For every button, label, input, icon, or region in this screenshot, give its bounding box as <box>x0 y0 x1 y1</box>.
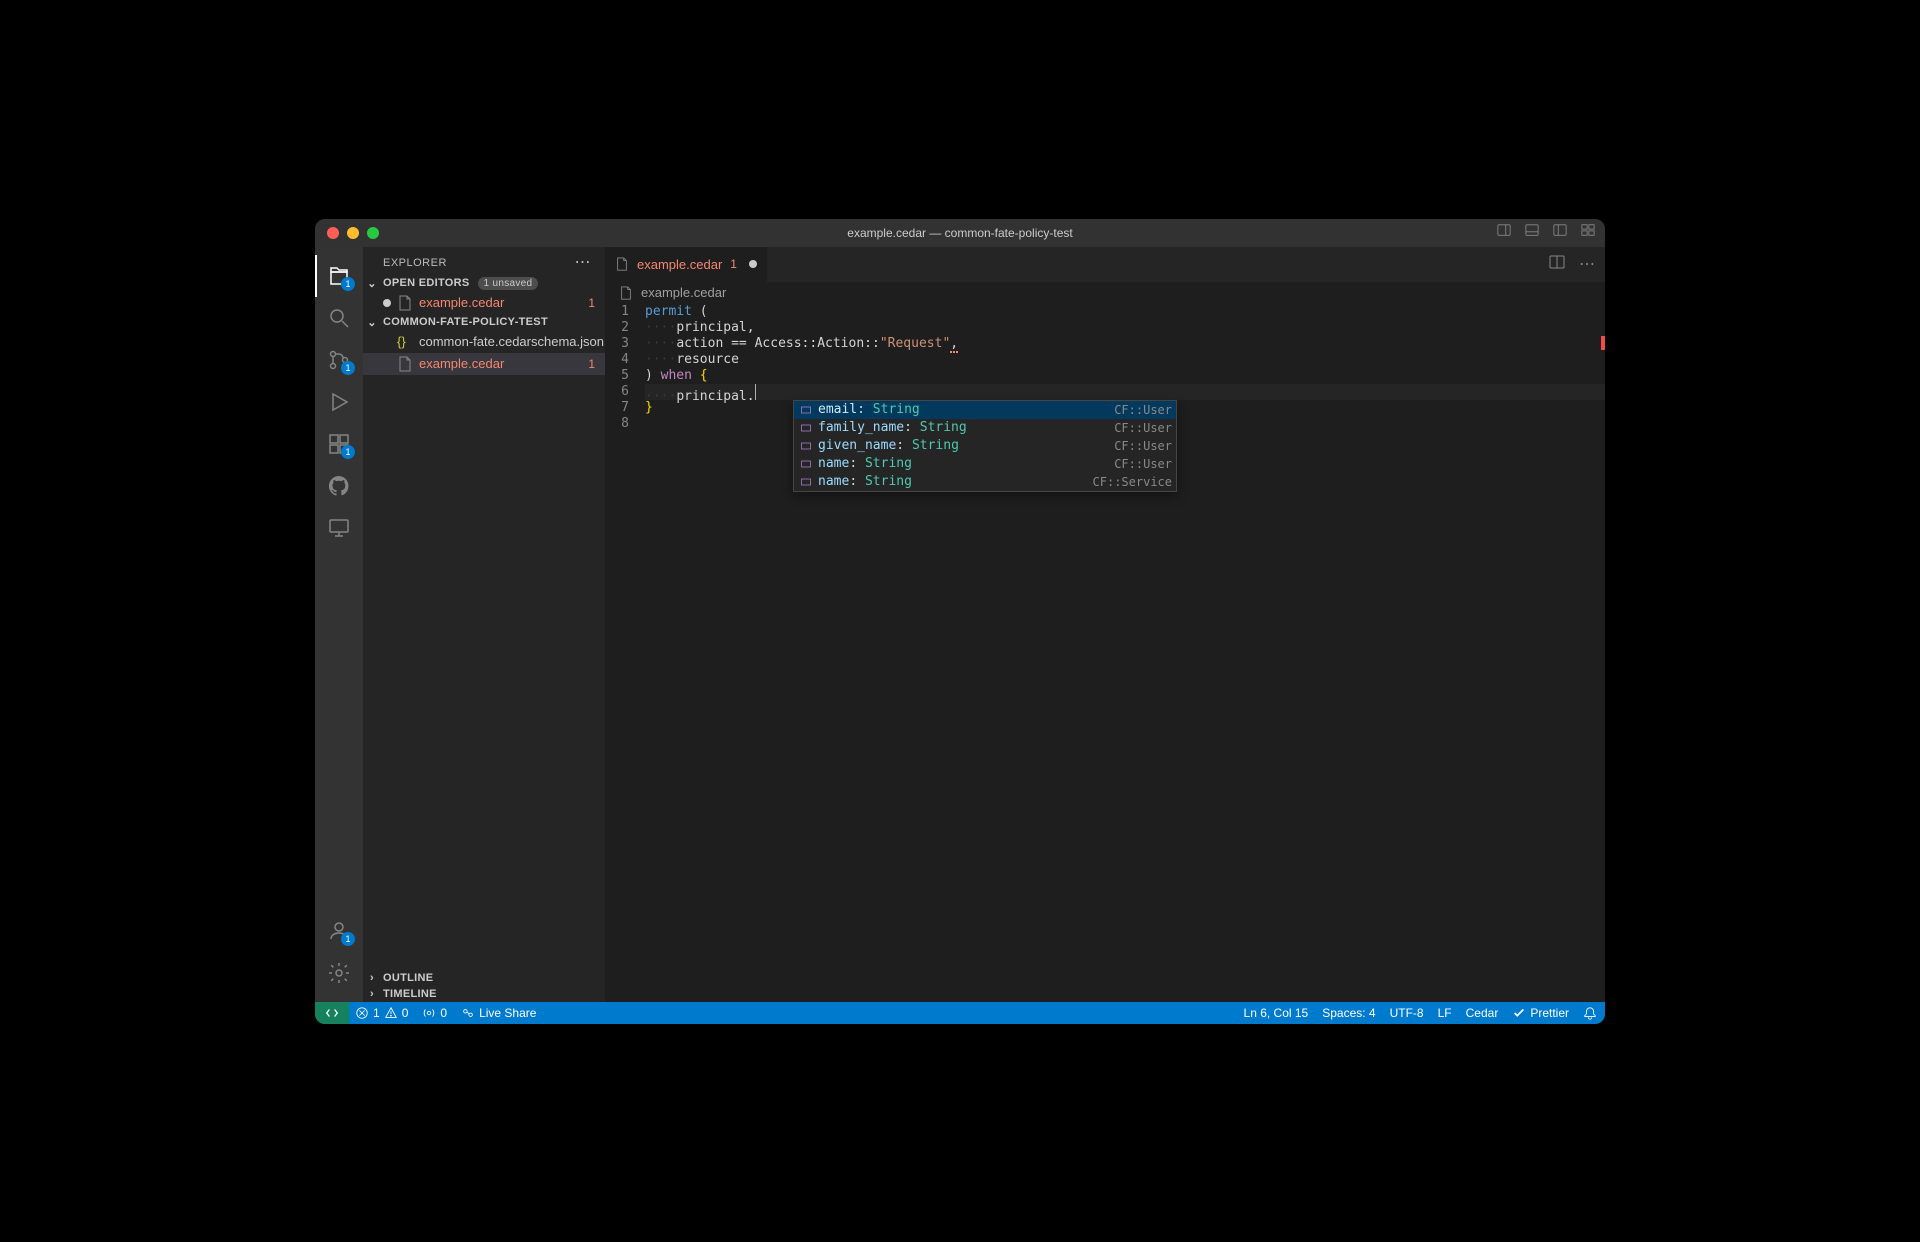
status-prettier[interactable]: Prettier <box>1512 1006 1569 1020</box>
close-window[interactable] <box>327 227 339 239</box>
tab-problem-count: 1 <box>730 257 737 271</box>
unsaved-badge: 1 unsaved <box>478 277 539 290</box>
sidebar-title: EXPLORER <box>383 257 447 269</box>
activity-github[interactable] <box>315 465 363 507</box>
status-eol[interactable]: LF <box>1438 1006 1452 1020</box>
modified-dot-icon <box>749 260 757 268</box>
timeline-section[interactable]: › TIMELINE <box>363 986 605 1002</box>
window-controls <box>315 227 379 239</box>
activity-search[interactable] <box>315 297 363 339</box>
property-icon <box>798 476 814 488</box>
line-gutter: 1 2 3 4 5 6 7 8 <box>605 304 645 1002</box>
split-editor-icon[interactable] <box>1549 254 1565 275</box>
status-cursor[interactable]: Ln 6, Col 15 <box>1244 1006 1309 1020</box>
activity-bar: 1 1 1 <box>315 247 363 1002</box>
activity-extensions[interactable]: 1 <box>315 423 363 465</box>
property-icon <box>798 404 814 416</box>
activity-scm[interactable]: 1 <box>315 339 363 381</box>
file-icon <box>397 356 413 372</box>
vscode-window: example.cedar — common-fate-policy-test … <box>315 219 1605 1024</box>
breadcrumb[interactable]: example.cedar <box>605 282 1605 304</box>
json-file-icon: {} <box>397 334 413 349</box>
minimize-window[interactable] <box>347 227 359 239</box>
code-content[interactable]: permit ( ····principal, ····action == Ac… <box>645 304 1605 1002</box>
chevron-right-icon: › <box>365 972 379 984</box>
toggle-panel-icon[interactable] <box>1497 223 1511 242</box>
layout-controls <box>1497 223 1595 242</box>
autocomplete-item[interactable]: email: String CF::User <box>794 401 1176 419</box>
more-actions-icon[interactable]: ⋯ <box>1579 254 1595 274</box>
activity-remote[interactable] <box>315 507 363 549</box>
autocomplete-item[interactable]: name: String CF::Service <box>794 473 1176 491</box>
autocomplete-item[interactable]: given_name: String CF::User <box>794 437 1176 455</box>
scm-badge: 1 <box>341 361 355 375</box>
property-icon <box>798 458 814 470</box>
remote-indicator[interactable] <box>315 1002 349 1024</box>
status-language[interactable]: Cedar <box>1466 1006 1499 1020</box>
tab-filename: example.cedar <box>637 257 722 272</box>
extensions-badge: 1 <box>341 445 355 459</box>
status-liveshare[interactable]: Live Share <box>461 1006 536 1020</box>
toggle-bottom-icon[interactable] <box>1525 223 1539 242</box>
problem-count: 1 <box>588 296 595 310</box>
open-editor-filename: example.cedar <box>419 295 582 310</box>
autocomplete-popup[interactable]: email: String CF::User family_name: Stri… <box>793 400 1177 492</box>
folder-section[interactable]: ⌄ COMMON-FATE-POLICY-TEST <box>363 314 605 331</box>
window-title: example.cedar — common-fate-policy-test <box>315 226 1605 240</box>
sidebar-more-icon[interactable]: ⋯ <box>575 255 592 271</box>
chevron-down-icon: ⌄ <box>365 316 379 329</box>
activity-explorer[interactable]: 1 <box>315 255 363 297</box>
file-icon <box>397 295 413 311</box>
statusbar: 1 0 0 Live Share Ln 6, Col 15 Spaces: 4 … <box>315 1002 1605 1024</box>
titlebar[interactable]: example.cedar — common-fate-policy-test <box>315 219 1605 247</box>
tabs-row: example.cedar 1 ⋯ <box>605 247 1605 282</box>
file-icon <box>619 286 635 300</box>
file-item-cedar[interactable]: example.cedar 1 <box>363 353 605 375</box>
error-marker[interactable] <box>1601 336 1605 350</box>
open-editor-item[interactable]: example.cedar 1 <box>363 292 605 314</box>
folder-label: COMMON-FATE-POLICY-TEST <box>383 316 548 328</box>
property-icon <box>798 440 814 452</box>
timeline-label: TIMELINE <box>383 988 437 1000</box>
editor-area: example.cedar 1 ⋯ example.cedar 1 2 3 <box>605 247 1605 1002</box>
file-item-schema[interactable]: {} common-fate.cedarschema.json <box>363 331 605 353</box>
modified-dot-icon <box>383 299 391 307</box>
sidebar: EXPLORER ⋯ ⌄ OPEN EDITORS 1 unsaved exam… <box>363 247 605 1002</box>
outline-label: OUTLINE <box>383 972 433 984</box>
autocomplete-item[interactable]: name: String CF::User <box>794 455 1176 473</box>
code-editor[interactable]: 1 2 3 4 5 6 7 8 permit ( ····principal, … <box>605 304 1605 1002</box>
chevron-right-icon: › <box>365 988 379 1000</box>
property-icon <box>798 422 814 434</box>
accounts-badge: 1 <box>341 932 355 946</box>
open-editors-section[interactable]: ⌄ OPEN EDITORS 1 unsaved <box>363 275 605 292</box>
editor-tab[interactable]: example.cedar 1 <box>605 247 768 282</box>
file-name: common-fate.cedarschema.json <box>419 334 605 349</box>
breadcrumb-file: example.cedar <box>641 285 726 300</box>
maximize-window[interactable] <box>367 227 379 239</box>
activity-settings[interactable] <box>315 952 363 994</box>
status-problems[interactable]: 1 0 <box>355 1006 408 1020</box>
file-icon <box>615 257 631 271</box>
customize-layout-icon[interactable] <box>1581 223 1595 242</box>
status-indent[interactable]: Spaces: 4 <box>1322 1006 1375 1020</box>
status-ports[interactable]: 0 <box>422 1006 447 1020</box>
outline-section[interactable]: › OUTLINE <box>363 970 605 986</box>
activity-accounts[interactable]: 1 <box>315 910 363 952</box>
chevron-down-icon: ⌄ <box>365 277 379 290</box>
status-notifications[interactable] <box>1583 1006 1597 1020</box>
activity-debug[interactable] <box>315 381 363 423</box>
toggle-sidebar-icon[interactable] <box>1553 223 1567 242</box>
open-editors-label: OPEN EDITORS <box>383 277 470 289</box>
status-encoding[interactable]: UTF-8 <box>1390 1006 1424 1020</box>
problem-count: 1 <box>588 357 595 371</box>
sidebar-header: EXPLORER ⋯ <box>363 247 605 275</box>
explorer-badge: 1 <box>341 277 355 291</box>
file-name: example.cedar <box>419 356 582 371</box>
autocomplete-item[interactable]: family_name: String CF::User <box>794 419 1176 437</box>
